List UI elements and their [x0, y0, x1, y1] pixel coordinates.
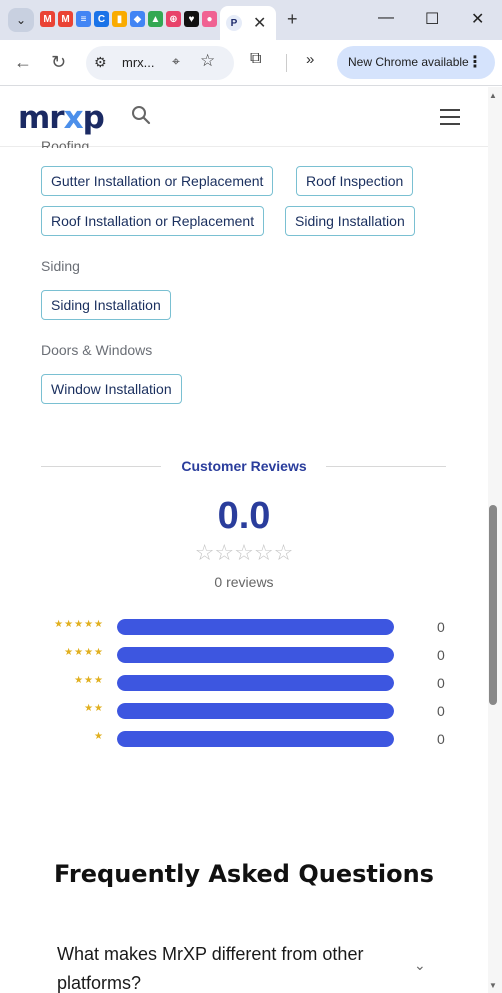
- reload-icon[interactable]: ↻: [51, 52, 66, 73]
- cloud-tab-icon[interactable]: ●: [202, 11, 217, 27]
- chip-gutter-installation[interactable]: Gutter Installation or Replacement: [41, 166, 274, 196]
- chip-window-installation[interactable]: Window Installation: [41, 374, 182, 404]
- globe-tab-icon[interactable]: ⊕: [166, 11, 181, 27]
- logo-part-mr: mr: [18, 100, 65, 136]
- rating-count-5: 0: [437, 619, 445, 635]
- rating-stars-3: ★★★: [74, 675, 104, 686]
- chevron-down-icon[interactable]: ⌄: [414, 957, 426, 974]
- mrxp-tab-icon: P: [226, 15, 242, 31]
- back-icon[interactable]: ←: [14, 52, 32, 73]
- chip-roof-installation[interactable]: Roof Installation or Replacement: [41, 206, 265, 236]
- close-window-icon[interactable]: ✕: [471, 9, 484, 29]
- rating-row-4-star: ★★★★ 0: [0, 647, 488, 663]
- faq-question-1[interactable]: What makes MrXP different from other pla…: [57, 940, 417, 993]
- rating-bar-fill-4: [117, 647, 394, 663]
- faq-heading: Frequently Asked Questions: [54, 860, 434, 888]
- analytics-tab-icon[interactable]: ▮: [112, 11, 127, 27]
- rating-row-5-star: ★★★★★ 0: [0, 619, 488, 635]
- toolbar-divider: [286, 54, 287, 72]
- active-tab[interactable]: P ✕: [220, 6, 276, 40]
- rating-bar-fill-2: [117, 703, 394, 719]
- rating-bar-2: [117, 703, 394, 719]
- rating-count-2: 0: [437, 703, 445, 719]
- tab-search-button[interactable]: ⌄: [8, 8, 34, 32]
- diamond-tab-icon[interactable]: ◆: [130, 11, 145, 27]
- overflow-chevron-icon[interactable]: »: [306, 51, 314, 68]
- site-info-icon[interactable]: ⚙: [94, 54, 107, 71]
- extensions-icon[interactable]: ⧉: [250, 50, 261, 68]
- rating-bar-fill-3: [117, 675, 394, 691]
- category-doors-windows: Doors & Windows: [41, 342, 153, 358]
- chrome-tab-icon[interactable]: C: [94, 11, 109, 27]
- heart-tab-icon[interactable]: ♥: [184, 11, 199, 27]
- rating-bar-4: [117, 647, 394, 663]
- chip-siding-installation[interactable]: Siding Installation: [41, 290, 171, 320]
- kebab-menu-icon[interactable]: ⋮: [467, 52, 483, 72]
- category-siding: Siding: [41, 258, 80, 274]
- new-tab-button[interactable]: +: [287, 9, 298, 30]
- rating-row-3-star: ★★★ 0: [0, 675, 488, 691]
- ads-tab-icon[interactable]: ▲: [148, 11, 163, 27]
- minimize-icon[interactable]: —: [378, 9, 394, 27]
- docs-tab-icon[interactable]: ≡: [76, 11, 91, 27]
- customer-reviews-heading: Customer Reviews: [181, 458, 307, 474]
- partially-hidden-category-label: Roofing: [41, 138, 90, 148]
- rating-stars-2: ★★: [84, 703, 104, 714]
- update-chrome-button[interactable]: New Chrome available ⋮: [337, 46, 495, 79]
- mrxp-logo[interactable]: mrxp: [18, 100, 105, 136]
- chip-siding-installation-roofing[interactable]: Siding Installation: [285, 206, 415, 236]
- rating-count-4: 0: [437, 647, 445, 663]
- rating-stars-1: ★: [94, 731, 104, 742]
- hamburger-menu-icon[interactable]: [440, 109, 460, 130]
- rating-count-1: 0: [437, 731, 445, 747]
- scroll-down-icon[interactable]: ▼: [489, 981, 497, 990]
- scroll-up-icon[interactable]: ▲: [489, 91, 497, 100]
- average-score: 0.0: [217, 495, 271, 537]
- browser-tab-bar: ⌄ M M ≡ C ▮ ◆ ▲ ⊕ ♥ ● P ✕ + — ☐ ✕: [0, 0, 502, 40]
- logo-part-p: p: [82, 100, 105, 136]
- rating-bar-1: [117, 731, 394, 747]
- review-count: 0 reviews: [214, 574, 274, 590]
- url-text: mrx...: [122, 55, 155, 70]
- rating-bar-fill-1: [117, 731, 394, 747]
- rating-row-1-star: ★ 0: [0, 731, 488, 747]
- rating-stars-4: ★★★★: [64, 647, 104, 658]
- address-bar[interactable]: ⚙ mrx... ⌖ ☆: [86, 46, 234, 80]
- gmail-tab-icon-2[interactable]: M: [58, 11, 73, 27]
- browser-toolbar: ← ↻ ⚙ mrx... ⌖ ☆ ⧉ » New Chrome availabl…: [0, 40, 502, 86]
- rating-row-2-star: ★★ 0: [0, 703, 488, 719]
- close-tab-icon[interactable]: ✕: [253, 13, 266, 33]
- search-icon[interactable]: [131, 105, 151, 125]
- average-star-rating: ☆☆☆☆☆: [194, 540, 294, 565]
- pinned-tabs: M M ≡ C ▮ ◆ ▲ ⊕ ♥ ●: [40, 11, 217, 29]
- rating-bar-3: [117, 675, 394, 691]
- rating-bar-fill-5: [117, 619, 394, 635]
- update-label: New Chrome available: [348, 55, 469, 69]
- rating-bar-5: [117, 619, 394, 635]
- logo-part-x: x: [63, 100, 84, 136]
- rating-count-3: 0: [437, 675, 445, 691]
- location-pin-icon[interactable]: ⌖: [172, 53, 180, 70]
- rating-stars-5: ★★★★★: [54, 619, 104, 630]
- bookmark-star-icon[interactable]: ☆: [200, 51, 215, 71]
- gmail-tab-icon[interactable]: M: [40, 11, 55, 27]
- scrollbar-thumb[interactable]: [489, 505, 497, 705]
- chip-roof-inspection[interactable]: Roof Inspection: [296, 166, 414, 196]
- maximize-icon[interactable]: ☐: [425, 9, 439, 29]
